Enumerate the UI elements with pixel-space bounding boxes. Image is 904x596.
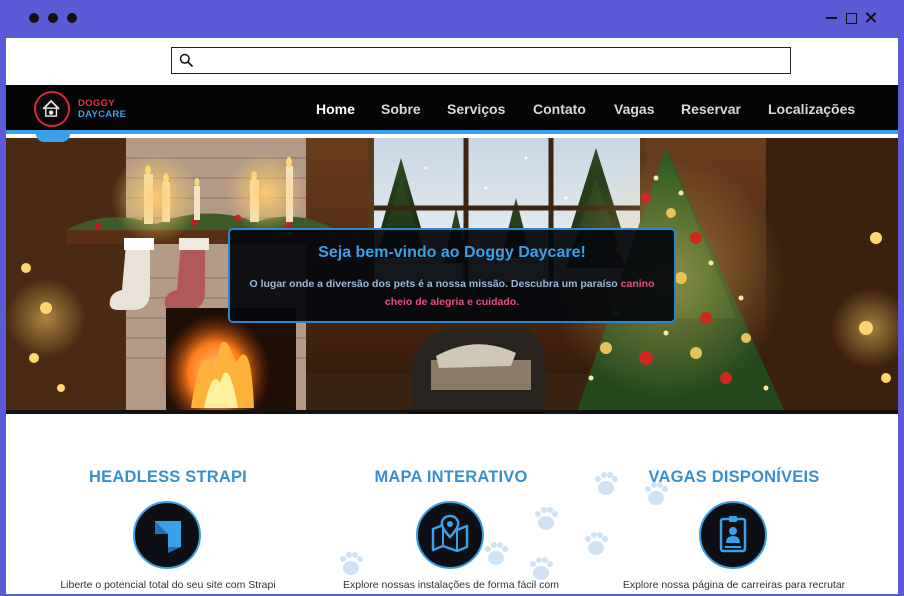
features-section: HEADLESS STRAPI MAPA INTERATIVO VAGAS DI… <box>6 414 898 594</box>
site-header: DOGGY DAYCARE Home Sobre Serviços Contat… <box>6 85 898 134</box>
feature-title-mapa: MAPA INTERATIVO <box>374 468 528 486</box>
feature-title-vagas: VAGAS DISPONÍVEIS <box>648 468 820 486</box>
address-bar[interactable] <box>171 47 791 74</box>
welcome-card: Seja bem-vindo ao Doggy Daycare! O lugar… <box>228 228 676 323</box>
window-dot-icon <box>48 13 58 23</box>
feature-desc-mapa: Explore nossas instalações de forma fáci… <box>343 579 559 591</box>
feature-desc-vagas: Explore nossa página de carreiras para r… <box>622 579 846 591</box>
nav-vagas[interactable]: Vagas <box>614 101 654 117</box>
map-pin-icon[interactable] <box>416 501 484 569</box>
welcome-text-part1: O lugar onde a diversão dos pets é a nos… <box>249 278 618 290</box>
address-bar-area <box>6 38 898 85</box>
strapi-logo-icon[interactable] <box>133 501 201 569</box>
nav-servicos[interactable]: Serviços <box>447 101 505 117</box>
nav-contato[interactable]: Contato <box>533 101 586 117</box>
window-dot-icon <box>67 13 77 23</box>
window-titlebar <box>0 0 904 38</box>
nav-home[interactable]: Home <box>316 101 355 117</box>
job-badge-icon[interactable] <box>699 501 767 569</box>
browser-viewport: DOGGY DAYCARE Home Sobre Serviços Contat… <box>6 38 898 594</box>
maximize-icon[interactable] <box>845 10 859 26</box>
close-icon[interactable] <box>864 10 878 26</box>
welcome-title: Seja bem-vindo ao Doggy Daycare! <box>318 244 586 261</box>
feature-desc-strapi: Liberte o potencial total do seu site co… <box>60 579 276 591</box>
window-dot-icon <box>29 13 39 23</box>
header-accent-tab <box>36 134 70 142</box>
nav-reservar[interactable]: Reservar <box>681 101 741 117</box>
welcome-text: O lugar onde a diversão dos pets é a nos… <box>248 275 656 311</box>
minimize-icon[interactable] <box>825 10 839 26</box>
nav-localizacoes[interactable]: Localizações <box>768 101 855 117</box>
search-icon <box>179 53 193 67</box>
main-nav: Home Sobre Serviços Contato Vagas Reserv… <box>6 85 898 134</box>
nav-sobre[interactable]: Sobre <box>381 101 421 117</box>
feature-title-strapi: HEADLESS STRAPI <box>89 468 247 486</box>
